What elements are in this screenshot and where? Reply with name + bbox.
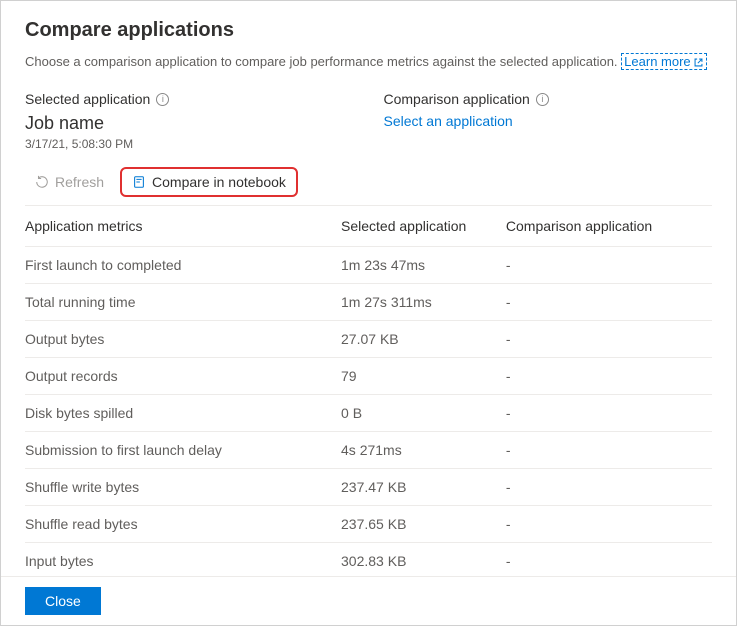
table-row: Output records79- <box>25 358 712 395</box>
cell-comparison: - <box>506 469 712 506</box>
cell-comparison: - <box>506 395 712 432</box>
cell-metric: Output records <box>25 358 341 395</box>
table-row: Shuffle read bytes237.65 KB- <box>25 506 712 543</box>
cell-metric: Shuffle read bytes <box>25 506 341 543</box>
col-header-comparison[interactable]: Comparison application <box>506 206 712 247</box>
cell-comparison: - <box>506 284 712 321</box>
cell-comparison: - <box>506 358 712 395</box>
cell-selected: 237.47 KB <box>341 469 506 506</box>
learn-more-link[interactable]: Learn more <box>621 53 706 70</box>
table-row: First launch to completed1m 23s 47ms- <box>25 247 712 284</box>
compare-in-notebook-button[interactable]: Compare in notebook <box>120 167 298 197</box>
table-row: Total running time1m 27s 311ms- <box>25 284 712 321</box>
cell-comparison: - <box>506 247 712 284</box>
cell-selected: 0 B <box>341 395 506 432</box>
select-application-link[interactable]: Select an application <box>384 113 713 129</box>
table-row: Shuffle write bytes237.47 KB- <box>25 469 712 506</box>
selected-app-label: Selected application <box>25 91 150 107</box>
cell-comparison: - <box>506 432 712 469</box>
job-timestamp: 3/17/21, 5:08:30 PM <box>25 137 354 151</box>
table-row: Input bytes302.83 KB- <box>25 543 712 580</box>
subtitle-text: Choose a comparison application to compa… <box>25 54 621 69</box>
page-subtitle: Choose a comparison application to compa… <box>25 54 712 69</box>
refresh-button[interactable]: Refresh <box>25 167 114 197</box>
table-row: Output bytes27.07 KB- <box>25 321 712 358</box>
comparison-app-label: Comparison application <box>384 91 530 107</box>
cell-selected: 237.65 KB <box>341 506 506 543</box>
cell-metric: Submission to first launch delay <box>25 432 341 469</box>
footer: Close <box>1 576 736 625</box>
table-row: Submission to first launch delay4s 271ms… <box>25 432 712 469</box>
cell-selected: 27.07 KB <box>341 321 506 358</box>
metrics-table: Application metrics Selected application… <box>25 206 712 580</box>
cell-metric: First launch to completed <box>25 247 341 284</box>
cell-metric: Output bytes <box>25 321 341 358</box>
cell-selected: 79 <box>341 358 506 395</box>
info-icon[interactable]: i <box>536 93 549 106</box>
cell-comparison: - <box>506 506 712 543</box>
cell-selected: 302.83 KB <box>341 543 506 580</box>
refresh-icon <box>35 175 49 189</box>
selected-application-section: Selected application i Job name 3/17/21,… <box>25 91 354 151</box>
cell-selected: 4s 271ms <box>341 432 506 469</box>
cell-metric: Total running time <box>25 284 341 321</box>
cell-comparison: - <box>506 321 712 358</box>
page-title: Compare applications <box>25 19 712 42</box>
cell-metric: Disk bytes spilled <box>25 395 341 432</box>
info-icon[interactable]: i <box>156 93 169 106</box>
close-button[interactable]: Close <box>25 587 101 615</box>
cell-metric: Input bytes <box>25 543 341 580</box>
external-link-icon <box>693 57 704 68</box>
cell-selected: 1m 23s 47ms <box>341 247 506 284</box>
comparison-application-section: Comparison application i Select an appli… <box>384 91 713 151</box>
cell-metric: Shuffle write bytes <box>25 469 341 506</box>
col-header-selected[interactable]: Selected application <box>341 206 506 247</box>
cell-selected: 1m 27s 311ms <box>341 284 506 321</box>
cell-comparison: - <box>506 543 712 580</box>
col-header-metric[interactable]: Application metrics <box>25 206 341 247</box>
job-name: Job name <box>25 113 354 134</box>
notebook-icon <box>132 175 146 189</box>
toolbar: Refresh Compare in notebook <box>25 167 712 206</box>
table-row: Disk bytes spilled0 B- <box>25 395 712 432</box>
